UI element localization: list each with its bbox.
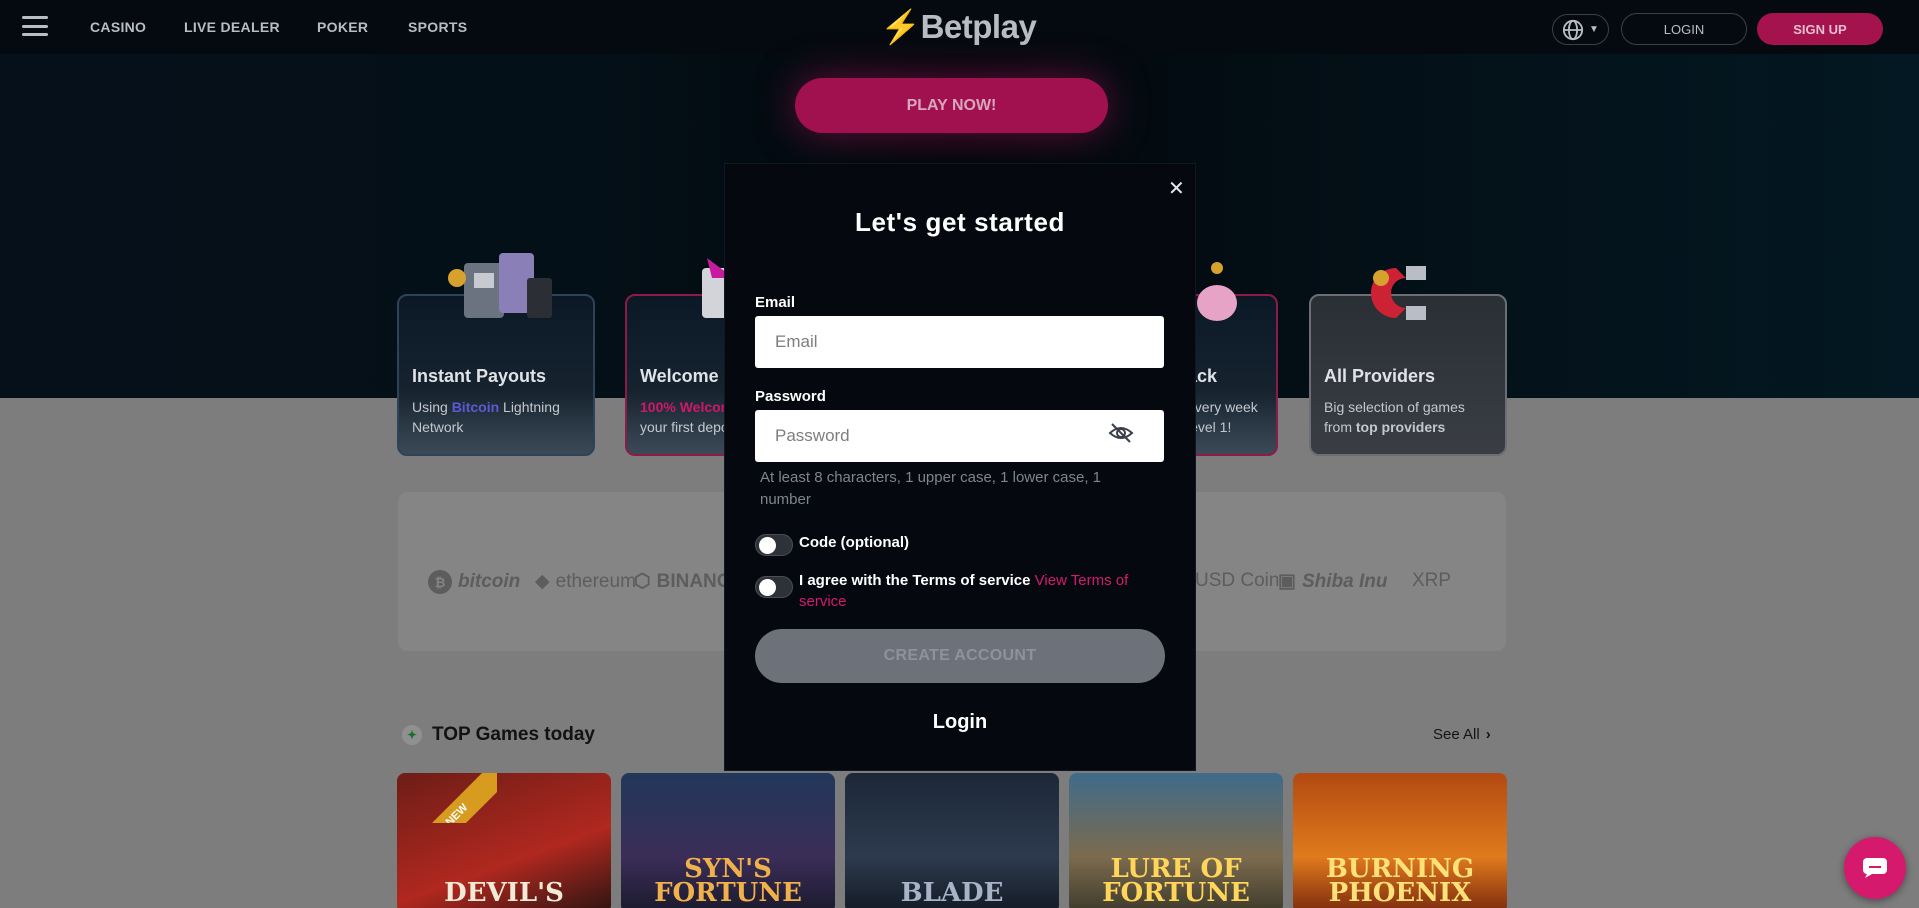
- usdcoin-logo: USD Coin: [1195, 570, 1280, 591]
- toggle-knob: [759, 579, 776, 596]
- card-title: All Providers: [1324, 366, 1436, 386]
- eye-off-icon[interactable]: [1108, 422, 1134, 444]
- game-card-burning-phoenix[interactable]: BURNING PHOENIX: [1293, 773, 1507, 908]
- email-label: Email: [755, 294, 796, 311]
- magnet-icon: [1371, 266, 1426, 320]
- modal-title: Let's get started: [855, 207, 1065, 237]
- terms-toggle[interactable]: [755, 576, 793, 598]
- password-field[interactable]: [755, 410, 1164, 462]
- nav-poker[interactable]: POKER: [317, 19, 368, 35]
- game-card-syns-fortune[interactable]: SYN'S FORTUNE: [621, 773, 835, 908]
- bolt-icon: ⚡: [880, 8, 921, 45]
- play-now-button[interactable]: PLAY NOW!: [795, 78, 1108, 133]
- header-login-button[interactable]: LOGIN: [1621, 13, 1747, 45]
- chat-icon: [1863, 858, 1887, 878]
- ethereum-logo: ◆ ethereum: [535, 570, 636, 593]
- menu-icon[interactable]: [22, 16, 48, 36]
- bitcoin-icon: ₿: [428, 570, 452, 594]
- binance-icon: ⬡: [634, 571, 651, 592]
- language-selector[interactable]: ▼: [1552, 14, 1609, 45]
- feature-card-all-providers: All Providers Big selection of games fro…: [1309, 266, 1507, 456]
- shiba-icon: ▣: [1278, 571, 1296, 592]
- bitcoin-logo: ₿ bitcoin: [428, 570, 520, 594]
- terms-text: I agree with the Terms of service View T…: [799, 572, 1129, 610]
- toggle-knob: [759, 537, 776, 554]
- atm-icon: [448, 253, 552, 318]
- chat-button[interactable]: [1844, 837, 1906, 899]
- ethereum-icon: ◆: [535, 571, 550, 592]
- card-text: Big selection of games from top provider…: [1324, 399, 1465, 435]
- caret-down-icon: ▼: [1589, 24, 1599, 35]
- logo-text: Betplay: [920, 8, 1037, 45]
- new-badge: NEW: [397, 773, 497, 823]
- code-toggle[interactable]: [755, 534, 793, 556]
- code-label: Code (optional): [799, 534, 909, 551]
- game-card-blade[interactable]: BLADE: [845, 773, 1059, 908]
- shibainu-logo: ▣ Shiba Inu: [1278, 570, 1388, 593]
- chevron-right-icon: ›: [1485, 726, 1491, 743]
- star-icon: ✦: [402, 725, 422, 745]
- nav-live-dealer[interactable]: LIVE DEALER: [184, 19, 280, 35]
- card-title: Instant Payouts: [412, 366, 547, 386]
- feature-card-instant-payouts: Instant Payouts Using Bitcoin Lightning …: [397, 253, 595, 456]
- nav-casino[interactable]: CASINO: [90, 19, 146, 35]
- globe-icon: [1562, 19, 1584, 40]
- login-link[interactable]: Login: [725, 711, 1195, 734]
- header-signup-button[interactable]: SIGN UP: [1757, 13, 1883, 45]
- email-field[interactable]: [755, 316, 1164, 368]
- create-account-button[interactable]: CREATE ACCOUNT: [755, 629, 1165, 683]
- card-text: Using Bitcoin Lightning Network: [412, 399, 560, 435]
- nav-sports[interactable]: SPORTS: [408, 19, 467, 35]
- top-games-heading: ✦ TOP Games today: [402, 724, 595, 746]
- logo[interactable]: ⚡Betplay: [880, 8, 1037, 47]
- game-card-lure-of-fortune[interactable]: LURE OF FORTUNE: [1069, 773, 1283, 908]
- see-all-link[interactable]: See All ›: [1433, 726, 1491, 743]
- close-icon[interactable]: ✕: [1168, 176, 1185, 201]
- binance-logo: ⬡ BINANC: [634, 570, 731, 593]
- password-label: Password: [755, 388, 826, 405]
- xrp-logo: XRP: [1412, 570, 1452, 591]
- password-hint: At least 8 characters, 1 upper case, 1 l…: [760, 469, 1102, 508]
